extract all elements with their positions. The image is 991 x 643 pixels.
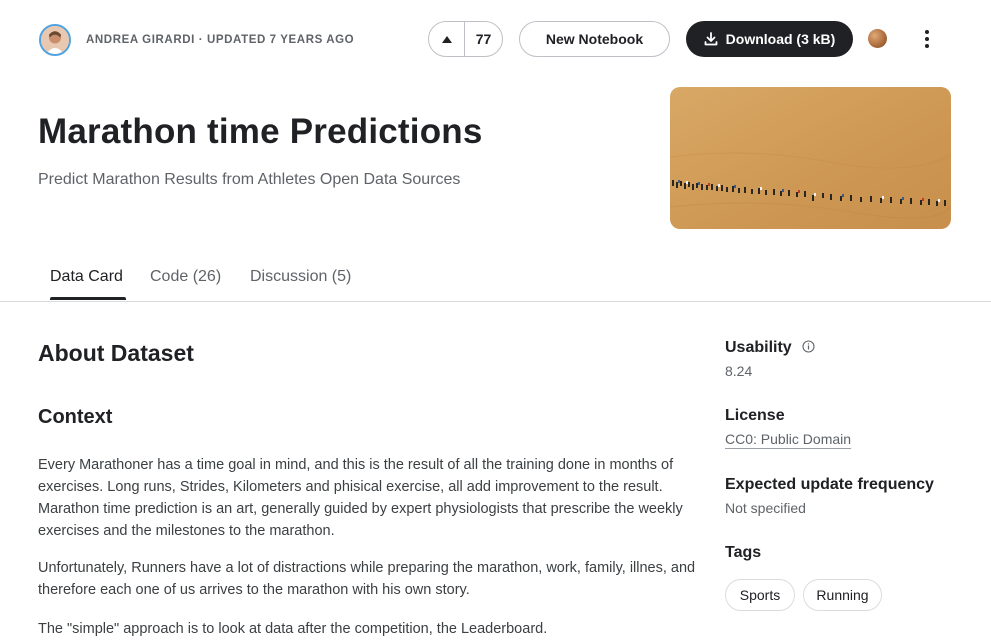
license-label: License (725, 407, 785, 424)
new-notebook-button[interactable]: New Notebook (519, 21, 670, 57)
more-vert-icon[interactable] (916, 28, 938, 50)
avatar-image (41, 26, 69, 54)
tab-code[interactable]: Code (26) (150, 268, 221, 286)
update-frequency-value: Not specified (725, 500, 806, 516)
medal-icon[interactable] (868, 29, 887, 48)
download-label: Download (3 kB) (725, 31, 836, 47)
context-paragraph: Unfortunately, Runners have a lot of dis… (38, 560, 696, 598)
download-icon (704, 32, 718, 46)
usability-label-text: Usability (725, 339, 792, 356)
dataset-title: Marathon time Predictions (38, 112, 483, 151)
active-tab-indicator (50, 297, 126, 300)
tab-discussion[interactable]: Discussion (5) (250, 268, 351, 286)
context-paragraph: The "simple" approach is to look at data… (38, 621, 548, 637)
license-value: CC0: Public Domain (725, 431, 851, 447)
more-dot (925, 44, 929, 48)
tag-running[interactable]: Running (803, 579, 882, 611)
usability-label: Usability (725, 339, 815, 357)
upvote-icon (441, 35, 452, 43)
author-avatar[interactable] (39, 24, 71, 56)
dataset-subtitle: Predict Marathon Results from Athletes O… (38, 171, 461, 188)
update-frequency-label: Expected update frequency (725, 476, 934, 493)
dataset-cover-image (670, 87, 951, 229)
usability-value: 8.24 (725, 363, 753, 379)
more-dot (925, 37, 929, 41)
about-dataset-heading: About Dataset (38, 340, 194, 366)
tags-label: Tags (725, 544, 762, 561)
dataset-tabs: Data Card Code (26) Discussion (5) (0, 256, 991, 302)
license-link[interactable]: CC0: Public Domain (725, 431, 851, 447)
header: ANDREA GIRARDI · UPDATED 7 YEARS AGO 77 … (0, 0, 991, 80)
download-button[interactable]: Download (3 kB) (686, 21, 853, 57)
desert-runners-image (670, 87, 951, 229)
tab-data-card[interactable]: Data Card (50, 268, 123, 286)
author-updated-line[interactable]: ANDREA GIRARDI · UPDATED 7 YEARS AGO (86, 34, 354, 46)
more-dot (925, 30, 929, 34)
context-paragraph: Every Marathoner has a time goal in mind… (38, 457, 683, 539)
vote-count[interactable]: 77 (465, 22, 502, 56)
upvote-button[interactable] (429, 22, 465, 56)
vote-widget: 77 (428, 21, 503, 57)
info-icon[interactable] (802, 340, 815, 353)
tag-sports[interactable]: Sports (725, 579, 795, 611)
context-heading: Context (38, 406, 113, 428)
